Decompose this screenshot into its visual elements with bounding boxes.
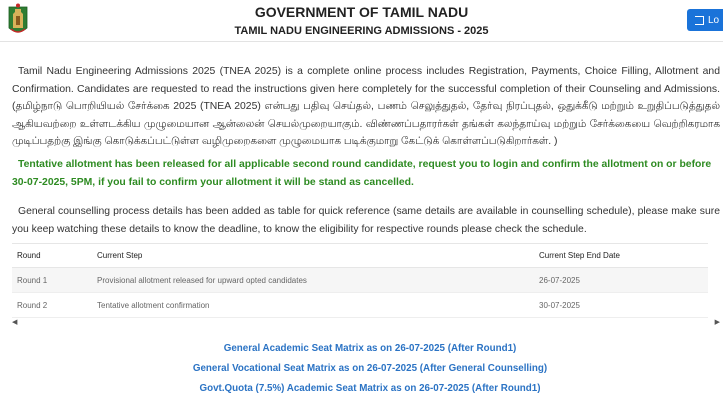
- round-cell: Round 1: [12, 267, 92, 293]
- end-date-cell: 26-07-2025: [534, 267, 708, 293]
- login-icon: [695, 15, 704, 25]
- column-header-round: Round: [12, 243, 92, 268]
- round-cell: Round 2: [12, 292, 92, 318]
- general-vocational-seat-matrix-link[interactable]: General Vocational Seat Matrix as on 26-…: [0, 363, 723, 374]
- step-cell: Tentative allotment confirmation: [92, 292, 534, 318]
- counselling-table-container: Round Current Step Current Step End Date…: [12, 243, 720, 329]
- counselling-table: Round Current Step Current Step End Date…: [12, 243, 708, 318]
- page-subtitle: TAMIL NADU ENGINEERING ADMISSIONS - 2025: [234, 25, 489, 37]
- intro-paragraph: Tamil Nadu Engineering Admissions 2025 (…: [12, 66, 720, 147]
- column-header-end-date: Current Step End Date: [534, 243, 708, 268]
- page-title: GOVERNMENT OF TAMIL NADU: [254, 4, 469, 20]
- counselling-paragraph: General counselling process details has …: [12, 206, 720, 235]
- allotment-notice: Tentative allotment has been released fo…: [12, 159, 712, 188]
- step-cell: Provisional allotment released for upwar…: [92, 267, 534, 293]
- chevron-left-icon[interactable]: ◀: [12, 318, 17, 326]
- column-header-current-step: Current Step: [92, 243, 534, 268]
- general-academic-seat-matrix-link[interactable]: General Academic Seat Matrix as on 26-07…: [0, 343, 723, 354]
- table-row: Round 1 Provisional allotment released f…: [12, 267, 708, 293]
- page-header: GOVERNMENT OF TAMIL NADU TAMIL NADU ENGI…: [0, 0, 723, 42]
- table-header-row: Round Current Step Current Step End Date: [12, 243, 708, 268]
- table-horizontal-scrollbar[interactable]: ◀ ▶: [12, 317, 720, 327]
- login-button[interactable]: Lo: [687, 9, 723, 31]
- govt-quota-seat-matrix-link[interactable]: Govt.Quota (7.5%) Academic Seat Matrix a…: [0, 383, 723, 394]
- table-row: Round 2 Tentative allotment confirmation…: [12, 292, 708, 318]
- end-date-cell: 30-07-2025: [534, 292, 708, 318]
- login-label: Lo: [708, 14, 720, 26]
- chevron-right-icon[interactable]: ▶: [715, 318, 720, 326]
